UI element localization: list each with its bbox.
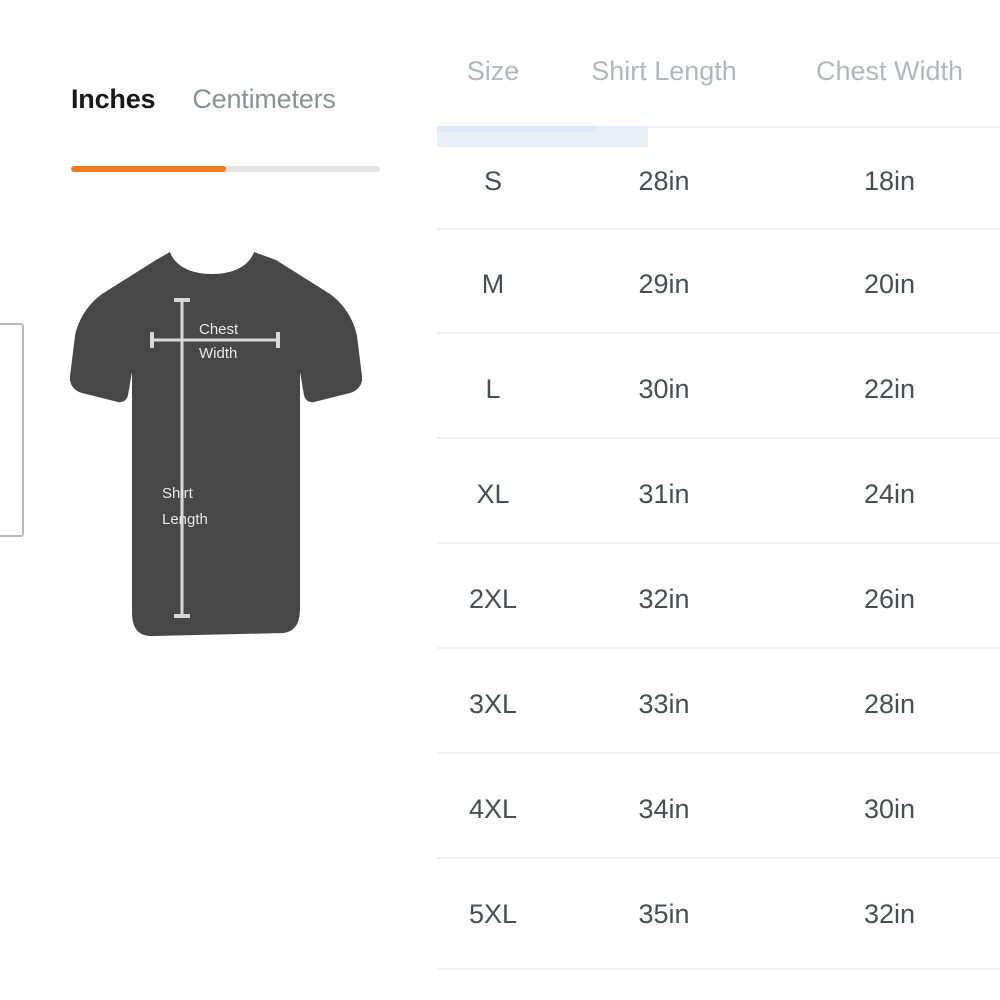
- table-row[interactable]: 3XL 33in 28in: [437, 690, 1000, 718]
- cell-chest-width: 20in: [863, 268, 916, 299]
- row-divider: [437, 752, 1000, 754]
- row-divider: [437, 332, 1000, 334]
- cell-chest-width: 28in: [863, 688, 916, 719]
- row-divider: [437, 228, 1000, 230]
- tab-centimeters[interactable]: Centimeters: [192, 86, 336, 113]
- cell-size: 5XL: [468, 898, 518, 929]
- cell-shirt-length: 29in: [638, 268, 690, 299]
- table-header-row: Size Shirt Length Chest Width: [437, 52, 1000, 90]
- row-divider: [437, 857, 1000, 859]
- unit-and-diagram-panel: Inches Centimeters Chest Width Shirt Len…: [0, 0, 410, 1000]
- cell-shirt-length: 34in: [638, 793, 690, 824]
- cell-size: 3XL: [468, 688, 518, 719]
- cell-shirt-length: 32in: [638, 583, 690, 614]
- cell-chest-width: 24in: [863, 478, 916, 509]
- cell-size: 4XL: [468, 793, 518, 824]
- cell-size: S: [483, 165, 502, 196]
- row-divider: [437, 437, 1000, 439]
- chest-width-label-line2: Width: [199, 345, 237, 362]
- cell-shirt-length: 33in: [638, 688, 690, 719]
- cell-size: 2XL: [468, 583, 518, 614]
- tshirt-measurement-diagram: Chest Width Shirt Length: [62, 236, 362, 646]
- cell-chest-width: 18in: [863, 165, 916, 196]
- cell-shirt-length: 28in: [638, 165, 690, 196]
- row-divider: [437, 542, 1000, 544]
- table-row[interactable]: S 28in 18in: [437, 167, 1000, 195]
- column-header-shirt-length: Shirt Length: [591, 55, 737, 86]
- cell-shirt-length: 30in: [638, 373, 690, 404]
- table-row[interactable]: XL 31in 24in: [437, 480, 1000, 508]
- size-chart-page: Inches Centimeters Chest Width Shirt Len…: [0, 0, 1000, 1000]
- column-header-chest-width: Chest Width: [815, 55, 964, 86]
- table-row[interactable]: L 30in 22in: [437, 375, 1000, 403]
- tab-inches[interactable]: Inches: [71, 86, 156, 113]
- cell-shirt-length: 35in: [638, 898, 690, 929]
- cell-size: M: [481, 268, 505, 299]
- chest-width-label-line1: Chest: [199, 321, 239, 338]
- size-chart-table: Size Shirt Length Chest Width S 28in 18i…: [437, 0, 1000, 1000]
- unit-tab-indicator-fill: [71, 166, 226, 172]
- cell-chest-width: 26in: [863, 583, 916, 614]
- row-divider: [437, 968, 1000, 970]
- cell-chest-width: 30in: [863, 793, 916, 824]
- cell-size: L: [485, 373, 501, 404]
- cell-shirt-length: 31in: [638, 478, 690, 509]
- selection-highlight-bar: [437, 126, 597, 132]
- unit-tab-group: Inches Centimeters: [71, 86, 336, 113]
- row-divider: [437, 647, 1000, 649]
- column-header-size: Size: [466, 55, 520, 86]
- shirt-length-label-line1: Shirt: [162, 485, 194, 502]
- unit-tab-indicator-track[interactable]: [71, 166, 380, 172]
- table-row[interactable]: M 29in 20in: [437, 270, 1000, 298]
- table-row[interactable]: 4XL 34in 30in: [437, 795, 1000, 823]
- table-row[interactable]: 2XL 32in 26in: [437, 585, 1000, 613]
- shirt-length-label-line2: Length: [162, 511, 208, 528]
- table-row[interactable]: 5XL 35in 32in: [437, 900, 1000, 928]
- cell-size: XL: [476, 478, 510, 509]
- cell-chest-width: 22in: [863, 373, 916, 404]
- cell-chest-width: 32in: [863, 898, 916, 929]
